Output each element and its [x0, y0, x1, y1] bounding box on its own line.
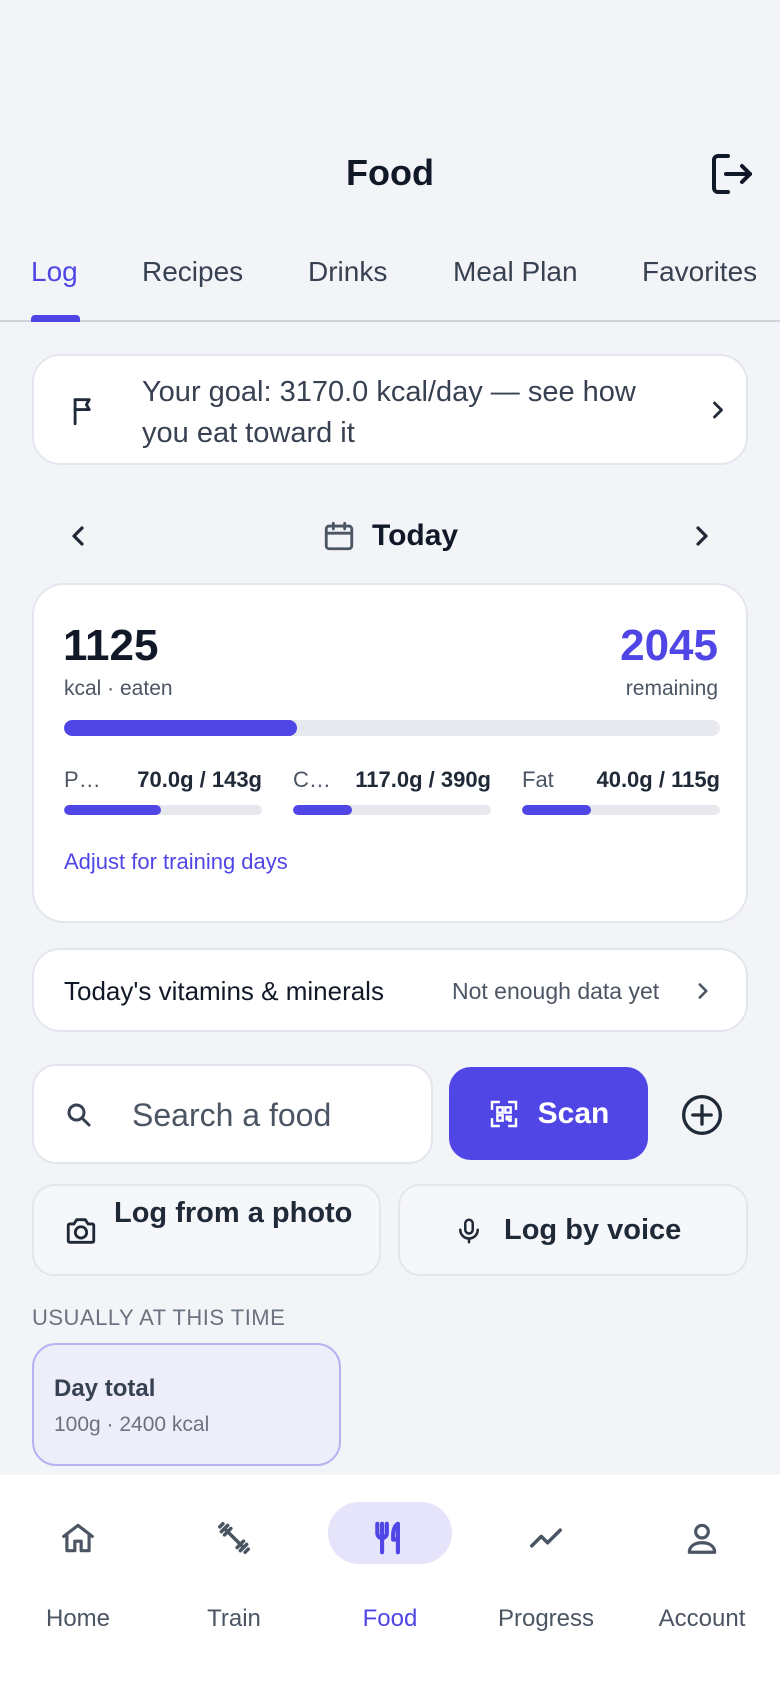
macro-name: Fat: [522, 767, 554, 792]
macro-name: Protein: [64, 767, 102, 792]
macro-value: 70.0g / 143g: [137, 767, 262, 792]
user-icon: [683, 1519, 721, 1557]
page-title: Food: [346, 152, 434, 193]
goal-text: Your goal: 3170.0 kcal/day — see how you…: [142, 376, 636, 449]
adjust-training-days-link[interactable]: Adjust for training days: [64, 849, 288, 875]
calendar-icon: [322, 519, 356, 553]
nav-label: Food: [362, 1605, 418, 1632]
tab-favorites[interactable]: Favorites: [642, 256, 757, 288]
scan-button[interactable]: Scan: [449, 1067, 648, 1160]
macro-progress-bar: [522, 805, 720, 815]
macro-name: Carbs: [293, 767, 331, 792]
log-by-voice-button[interactable]: Log by voice: [398, 1184, 748, 1276]
nav-food[interactable]: Food: [312, 1505, 468, 1632]
tab-drinks[interactable]: Drinks: [308, 256, 387, 288]
previous-day-button[interactable]: [62, 520, 94, 552]
next-day-button[interactable]: [686, 520, 718, 552]
macro-value: 117.0g / 390g: [355, 767, 491, 792]
log-by-voice-label: Log by voice: [504, 1214, 682, 1246]
goal-banner[interactable]: Your goal: 3170.0 kcal/day — see how you…: [32, 354, 748, 465]
calorie-summary-card: 1125 kcal · eaten 2045 remaining Protein…: [32, 583, 748, 923]
macro-progress-bar: [293, 805, 491, 815]
vitamins-minerals-row[interactable]: Today's vitamins & minerals Not enough d…: [32, 948, 748, 1032]
macro-value: 40.0g / 115g: [596, 767, 720, 792]
flag-icon: [68, 394, 102, 428]
qr-scan-icon: [488, 1098, 520, 1130]
nav-label: Train: [207, 1605, 261, 1632]
log-from-photo-label: Log from a photo: [114, 1197, 353, 1229]
log-from-photo-button[interactable]: Log from a photo: [32, 1184, 381, 1276]
tab-meal-plan[interactable]: Meal Plan: [453, 256, 578, 288]
macro-progress-fill: [293, 805, 353, 815]
trend-icon: [527, 1519, 565, 1557]
nav-label: Progress: [497, 1605, 595, 1632]
add-food-button[interactable]: [680, 1093, 724, 1137]
nav-account[interactable]: Account: [624, 1505, 780, 1632]
nav-label: Account: [658, 1605, 746, 1632]
food-search-box[interactable]: [32, 1064, 433, 1164]
active-tab-indicator: [31, 315, 80, 322]
macro-progress-fill: [64, 805, 162, 815]
vitamins-title: Today's vitamins & minerals: [64, 976, 384, 1006]
kcal-remaining-label: remaining: [625, 677, 718, 700]
suggestion-subtitle: 100g · 2400 kcal: [54, 1413, 210, 1436]
nav-label: Home: [45, 1605, 111, 1632]
utensils-icon: [371, 1519, 409, 1557]
bottom-navigation: Home Train Food Progress Account: [0, 1475, 780, 1696]
camera-icon: [64, 1214, 98, 1248]
microphone-icon: [454, 1215, 484, 1247]
tab-recipes[interactable]: Recipes: [142, 256, 243, 288]
app-header: Food Log Recipes Drinks Meal Plan Favori…: [0, 0, 780, 322]
macro-progress-fill: [522, 805, 591, 815]
tab-log[interactable]: Log: [31, 256, 78, 288]
search-input[interactable]: [132, 1090, 412, 1140]
kcal-eaten-value: 1125: [63, 621, 159, 670]
home-icon: [59, 1519, 97, 1557]
macro-progress-bar: [64, 805, 262, 815]
date-selector[interactable]: Today: [322, 516, 458, 556]
macro-protein: Protein 70.0g / 143g: [64, 767, 262, 817]
search-icon: [64, 1100, 94, 1130]
kcal-progress-fill: [64, 720, 297, 736]
kcal-eaten-label: kcal · eaten: [64, 677, 173, 700]
dumbbell-icon: [215, 1519, 253, 1557]
suggestion-title: Day total: [54, 1375, 156, 1402]
nav-home[interactable]: Home: [0, 1505, 156, 1632]
scan-label: Scan: [537, 1096, 610, 1130]
usual-section-heading: USUALLY AT THIS TIME: [32, 1305, 286, 1330]
vitamins-status: Not enough data yet: [452, 978, 660, 1004]
date-label: Today: [372, 519, 459, 552]
usual-suggestion-card[interactable]: Day total 100g · 2400 kcal: [32, 1343, 341, 1466]
nav-progress[interactable]: Progress: [468, 1505, 624, 1632]
chevron-right-icon: [704, 396, 732, 424]
macro-carbs: Carbs 117.0g / 390g: [293, 767, 491, 817]
chevron-right-icon: [690, 978, 716, 1004]
macro-fat: Fat 40.0g / 115g: [522, 767, 720, 817]
food-tabs: Log Recipes Drinks Meal Plan Favorites: [0, 240, 780, 322]
kcal-remaining-value: 2045: [620, 621, 718, 670]
kcal-progress-bar: [64, 720, 720, 736]
logout-icon[interactable]: [708, 150, 756, 198]
nav-train[interactable]: Train: [156, 1505, 312, 1632]
